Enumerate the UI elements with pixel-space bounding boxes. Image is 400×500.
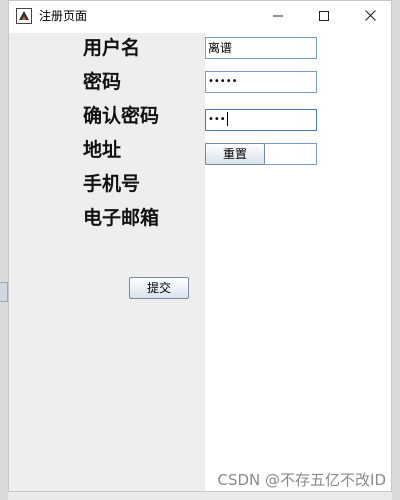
register-window: 注册页面 用户名 密码 确认密码 地址 手机号 电子邮箱 离谱 ••••• ••… [8,0,392,492]
username-field[interactable]: 离谱 [205,37,317,59]
background-window-button-edge [0,282,8,302]
maximize-icon [319,10,329,25]
username-value: 离谱 [208,41,233,55]
phone-label: 手机号 [83,173,141,195]
input-panel [205,33,391,491]
desktop-background-left [0,0,8,500]
minimize-button[interactable] [255,1,301,33]
maximize-button[interactable] [301,1,347,33]
submit-button[interactable]: 提交 [129,277,189,299]
reset-button-label: 重置 [222,147,247,161]
java-app-icon [16,8,32,24]
confirm-password-label: 确认密码 [83,105,160,127]
close-button[interactable] [347,1,393,33]
text-caret [226,112,228,126]
label-panel [9,33,205,491]
address-label: 地址 [83,139,122,161]
form-content: 用户名 密码 确认密码 地址 手机号 电子邮箱 离谱 ••••• ••• 重置 … [9,33,391,491]
window-title: 注册页面 [39,9,88,23]
submit-button-label: 提交 [146,281,171,295]
password-label: 密码 [83,71,122,93]
username-label: 用户名 [83,37,141,59]
email-label: 电子邮箱 [83,207,160,229]
minimize-icon [273,10,283,25]
confirm-password-field[interactable]: ••• [205,109,317,131]
title-bar[interactable]: 注册页面 [9,1,391,33]
password-value: ••••• [208,76,238,87]
desktop-background-right [392,0,400,500]
reset-button[interactable]: 重置 [205,143,265,165]
close-icon [364,9,376,25]
confirm-password-value: ••• [208,114,226,125]
password-field[interactable]: ••••• [205,71,317,93]
watermark-text: CSDN @不存五亿不改ID [217,471,386,489]
